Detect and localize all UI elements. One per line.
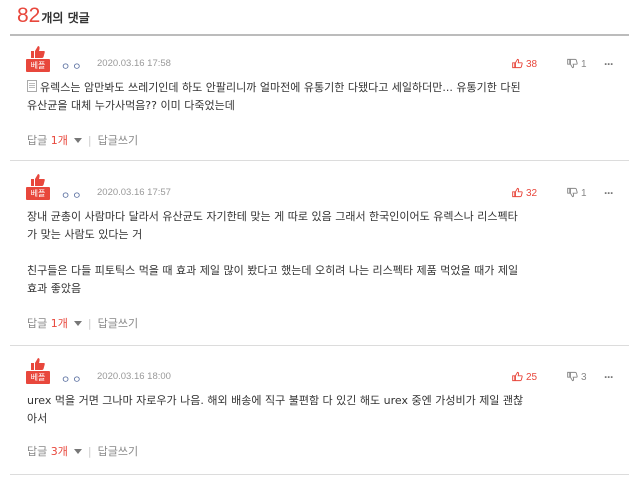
comment-line: 가 맞는 사람도 있다는 거 — [27, 228, 143, 241]
write-reply-button[interactable]: 답글쓰기 — [98, 317, 138, 330]
comment-date: 2020.03.16 17:57 — [97, 187, 171, 198]
reply-label: 답글 — [27, 445, 48, 458]
more-options-icon[interactable]: ··· — [604, 186, 614, 200]
comment-author[interactable]: ㅇㅇ — [61, 58, 83, 73]
upvote-count: 25 — [526, 372, 538, 383]
comment-line: 유렉스는 암만봐도 쓰레기인데 하도 안팔리니까 얼마전에 유통기한 다됐다고 … — [40, 81, 521, 94]
thumbs-up-icon — [512, 187, 523, 198]
comment-actions: 답글 3개 | 답글쓰기 — [27, 443, 138, 459]
reply-label: 답글 — [27, 134, 48, 147]
best-badge-label: 베플 — [26, 187, 50, 200]
comment-actions: 답글 1개 | 답글쓰기 — [27, 315, 138, 331]
comment-date: 2020.03.16 17:58 — [97, 58, 171, 69]
thumbs-up-icon — [31, 358, 45, 370]
comment-author[interactable]: ㅇㅇ — [61, 371, 83, 386]
divider: | — [87, 445, 92, 458]
comment-count-label: 개의 댓글 — [41, 11, 90, 25]
thumbs-down-icon — [567, 58, 578, 69]
downvote-count: 1 — [581, 188, 587, 199]
comment-line: 장내 균총이 사람마다 달라서 유산균도 자기한테 맞는 게 따로 있음 그래서… — [27, 210, 518, 223]
more-options-icon[interactable]: ··· — [604, 370, 614, 384]
thumbs-down-icon — [567, 371, 578, 382]
upvote-count: 38 — [526, 59, 538, 70]
downvote-count: 1 — [581, 59, 587, 70]
comment-author[interactable]: ㅇㅇ — [61, 187, 83, 202]
comment-count: 82 — [17, 4, 41, 27]
best-badge-label: 베플 — [26, 371, 50, 384]
comment-count-header: 82 개의 댓글 — [17, 4, 90, 30]
reply-count: 1개 — [50, 134, 68, 147]
comment-divider — [10, 160, 629, 161]
vote-area: 38 1 ··· — [500, 57, 620, 72]
comment-date: 2020.03.16 18:00 — [97, 371, 171, 382]
reply-count: 3개 — [50, 445, 68, 458]
write-reply-button[interactable]: 답글쓰기 — [98, 134, 138, 147]
write-reply-button[interactable]: 답글쓰기 — [98, 445, 138, 458]
chevron-down-icon — [73, 449, 82, 454]
upvote-button[interactable]: 38 — [512, 58, 537, 70]
thumbs-up-icon — [31, 46, 45, 58]
header-divider — [10, 34, 629, 36]
comment-actions: 답글 1개 | 답글쓰기 — [27, 132, 138, 148]
downvote-button[interactable]: 1 — [567, 187, 587, 199]
thumbs-up-icon — [31, 174, 45, 186]
comment-body: 장내 균총이 사람마다 달라서 유산균도 자기한테 맞는 게 따로 있음 그래서… — [27, 208, 617, 298]
vote-area: 32 1 ··· — [500, 186, 620, 201]
memo-icon — [27, 80, 37, 92]
comment-body: urex 먹을 거면 그나마 자로우가 나음. 해외 배송에 직구 불편함 다 … — [27, 392, 617, 428]
downvote-count: 3 — [581, 372, 587, 383]
reply-toggle[interactable]: 답글 1개 — [27, 317, 82, 330]
comment-line: 친구들은 다들 피토틱스 먹을 때 효과 제일 많이 봤다고 했는데 오히려 나… — [27, 264, 519, 277]
upvote-count: 32 — [526, 188, 538, 199]
comment-divider — [10, 345, 629, 346]
reply-toggle[interactable]: 답글 3개 — [27, 445, 82, 458]
reply-label: 답글 — [27, 317, 48, 330]
reply-toggle[interactable]: 답글 1개 — [27, 134, 82, 147]
thumbs-up-icon — [512, 371, 523, 382]
best-comment-badge: 베플 — [26, 45, 50, 76]
comment-line: urex 먹을 거면 그나마 자로우가 나음. 해외 배송에 직구 불편함 다 … — [27, 394, 524, 407]
upvote-button[interactable]: 32 — [512, 187, 537, 199]
upvote-button[interactable]: 25 — [512, 371, 537, 383]
more-options-icon[interactable]: ··· — [604, 57, 614, 71]
divider: | — [87, 317, 92, 330]
divider: | — [87, 134, 92, 147]
comment-line: 효과 좋았음 — [27, 282, 82, 295]
thumbs-down-icon — [567, 187, 578, 198]
downvote-button[interactable]: 1 — [567, 58, 587, 70]
comment-line: 아서 — [27, 412, 48, 425]
best-badge-label: 베플 — [26, 59, 50, 72]
best-comment-badge: 베플 — [26, 357, 50, 388]
chevron-down-icon — [73, 138, 82, 143]
chevron-down-icon — [73, 321, 82, 326]
best-comment-badge: 베플 — [26, 173, 50, 204]
comment-line: 유산균을 대체 누가사먹음?? 이미 다죽었는데 — [27, 99, 235, 112]
downvote-button[interactable]: 3 — [567, 371, 587, 383]
comment-body: 유렉스는 암만봐도 쓰레기인데 하도 안팔리니까 얼마전에 유통기한 다됐다고 … — [27, 79, 617, 115]
reply-count: 1개 — [50, 317, 68, 330]
thumbs-up-icon — [512, 58, 523, 69]
list-bottom-divider — [10, 474, 629, 475]
vote-area: 25 3 ··· — [500, 370, 620, 385]
